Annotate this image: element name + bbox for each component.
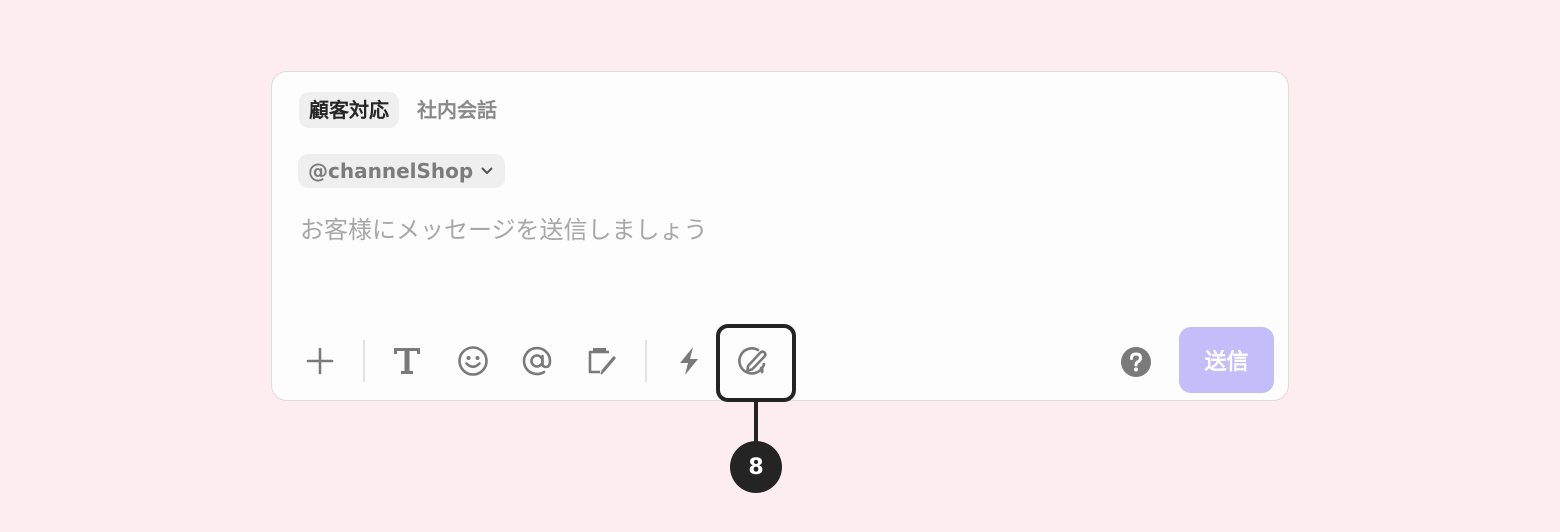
tab-internal-chat[interactable]: 社内会話 [407, 92, 507, 128]
lightning-icon [680, 347, 698, 375]
template-button[interactable] [582, 341, 622, 381]
composer-tabs: 顧客対応 社内会話 [299, 92, 507, 128]
toolbar-divider [363, 340, 365, 382]
chevron-down-icon [481, 167, 493, 174]
text-format-icon [394, 348, 420, 374]
mention-button[interactable] [517, 341, 557, 381]
tab-customer-support[interactable]: 顧客対応 [299, 92, 399, 128]
channel-select[interactable]: @channelShop [298, 154, 506, 188]
callout-number-badge: 8 [730, 441, 782, 493]
help-button[interactable] [1116, 342, 1156, 382]
plus-icon [306, 347, 334, 375]
toolbar-divider [645, 340, 647, 382]
template-icon [588, 348, 616, 375]
callout-line [754, 402, 758, 442]
message-input[interactable] [300, 208, 1250, 252]
channel-select-value: @channelShop [308, 159, 474, 183]
plus-button[interactable] [300, 341, 340, 381]
text-format-button[interactable] [387, 340, 427, 380]
signature-highlight-box [716, 324, 796, 402]
send-button[interactable]: 送信 [1179, 327, 1274, 393]
mention-icon [522, 346, 552, 376]
emoji-icon [458, 346, 488, 376]
emoji-button[interactable] [453, 341, 493, 381]
help-icon [1121, 347, 1151, 377]
quick-reply-button[interactable] [669, 341, 709, 381]
